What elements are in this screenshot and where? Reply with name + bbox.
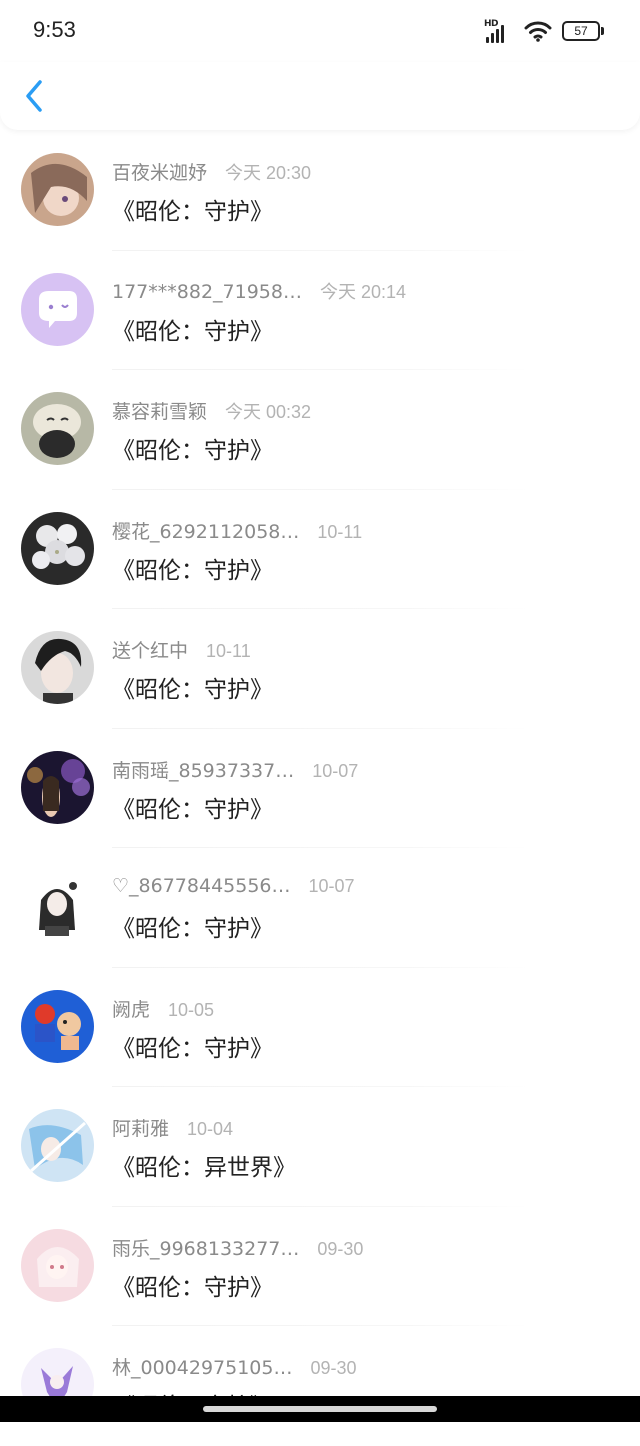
message-text[interactable]: 《昭伦：守护》 [112,1268,273,1302]
message-list: 百夜米迦妤 今天 20:30 《昭伦：守护》 177***882_71958… … [0,131,640,1446]
avatar[interactable] [21,989,94,1063]
sender-name[interactable]: 雨乐_9968133277… [112,1234,299,1261]
clock: 9:53 [33,17,76,42]
sender-name[interactable]: 百夜米迦妤 [112,158,207,185]
chevron-left-icon [26,80,42,112]
list-item[interactable]: ♡_86778445556… 10-07 《昭伦：守护》 [0,848,640,968]
sender-name[interactable]: 阿莉雅 [112,1114,169,1141]
row-meta: 177***882_71958… 今天 20:14 [112,278,406,304]
avatar[interactable] [21,272,94,346]
row-meta: 百夜米迦妤 今天 20:30 [112,158,311,185]
sender-name[interactable]: ♡_86778445556… [112,875,291,897]
list-item[interactable]: 阙虎 10-05 《昭伦：守护》 [0,968,640,1087]
message-text[interactable]: 《昭伦：守护》 [112,1029,273,1063]
timestamp: 10-11 [317,521,363,542]
row-meta: 阿莉雅 10-04 [112,1114,233,1141]
sender-name[interactable]: 林_00042975105… [112,1353,292,1380]
sender-name[interactable]: 樱花_6292112058… [112,517,299,544]
timestamp: 10-07 [308,876,355,896]
timestamp: 10-07 [312,760,359,781]
wifi-icon [524,21,552,42]
top-header [0,62,640,130]
battery-icon: 57 [562,21,604,41]
sender-name[interactable]: 慕容莉雪颖 [112,397,207,424]
avatar[interactable] [21,750,94,824]
message-text[interactable]: 《昭伦：守护》 [112,192,273,226]
avatar[interactable] [21,511,94,585]
row-meta: 送个红中 10-11 [112,636,251,663]
avatar[interactable] [21,870,94,943]
list-item[interactable]: 雨乐_9968133277… 09-30 《昭伦：守护》 [0,1207,640,1326]
timestamp: 今天 00:32 [225,402,312,422]
home-indicator[interactable] [203,1406,437,1412]
list-item[interactable]: 阿莉雅 10-04 《昭伦：异世界》 [0,1087,640,1207]
message-text[interactable]: 《昭伦：异世界》 [112,1148,296,1182]
message-text[interactable]: 《昭伦：守护》 [112,431,273,465]
row-meta: 南雨瑶_85937337… 10-07 [112,756,358,783]
row-meta: 雨乐_9968133277… 09-30 [112,1234,363,1261]
sender-name[interactable]: 南雨瑶_85937337… [112,756,294,783]
message-text[interactable]: 《昭伦：守护》 [112,551,273,585]
list-item[interactable]: 177***882_71958… 今天 20:14 《昭伦：守护》 [0,251,640,370]
list-item[interactable]: 樱花_6292112058… 10-11 《昭伦：守护》 [0,490,640,609]
status-icons: HD 57 [484,18,604,44]
sender-name[interactable]: 送个红中 [112,636,188,663]
list-item[interactable]: 慕容莉雪颖 今天 00:32 《昭伦：守护》 [0,370,640,490]
message-text[interactable]: 《昭伦：守护》 [112,312,273,346]
message-text[interactable]: 《昭伦：守护》 [112,909,273,943]
sender-name[interactable]: 阙虎 [112,995,150,1022]
avatar[interactable] [21,631,94,704]
timestamp: 今天 20:30 [225,163,312,183]
list-item[interactable]: 百夜米迦妤 今天 20:30 《昭伦：守护》 [0,131,640,251]
message-text[interactable]: 《昭伦：守护》 [112,670,273,704]
list-item[interactable]: 南雨瑶_85937337… 10-07 《昭伦：守护》 [0,729,640,848]
timestamp: 09-30 [317,1238,364,1259]
status-bar: 9:53 HD 57 [0,0,640,62]
timestamp: 10-11 [206,641,251,661]
avatar[interactable] [21,1228,94,1302]
avatar[interactable] [21,1109,94,1182]
row-meta: 樱花_6292112058… 10-11 [112,517,362,544]
list-item[interactable]: 送个红中 10-11 《昭伦：守护》 [0,609,640,729]
message-text[interactable]: 《昭伦：守护》 [112,790,273,824]
row-meta: 慕容莉雪颖 今天 00:32 [112,397,311,424]
system-nav-bar [0,1396,640,1422]
signal-icon: HD [484,19,514,43]
row-meta: ♡_86778445556… 10-07 [112,875,355,897]
back-button[interactable] [20,76,56,116]
avatar[interactable] [21,392,94,465]
timestamp: 10-05 [168,999,215,1020]
timestamp: 今天 20:14 [319,281,407,302]
row-meta: 林_00042975105… 09-30 [112,1353,357,1380]
row-meta: 阙虎 10-05 [112,995,214,1022]
list-item[interactable]: 林_00042975105… 09-30 《昭伦：守护》 [0,1326,640,1446]
timestamp: 10-04 [187,1119,234,1139]
avatar[interactable] [21,153,94,226]
timestamp: 09-30 [310,1358,357,1378]
sender-name[interactable]: 177***882_71958… [112,281,302,303]
